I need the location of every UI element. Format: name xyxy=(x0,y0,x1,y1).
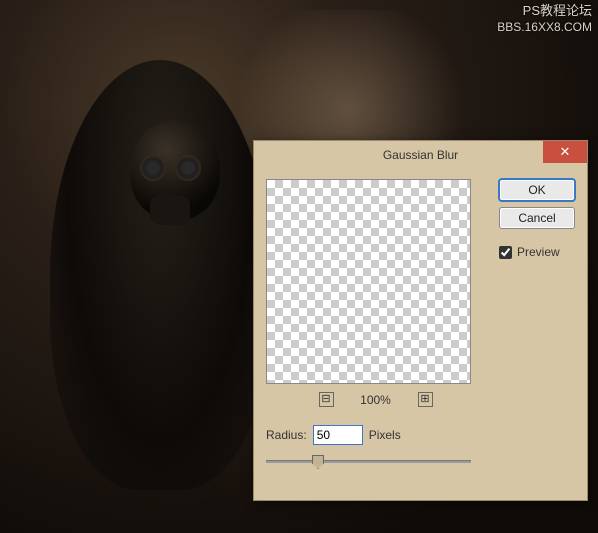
radius-input[interactable] xyxy=(313,425,363,445)
radius-slider[interactable] xyxy=(266,453,471,471)
preview-label: Preview xyxy=(517,245,560,259)
slider-track xyxy=(266,460,471,463)
watermark-line2: BBS.16XX8.COM xyxy=(497,20,592,36)
dialog-title: Gaussian Blur xyxy=(254,148,587,162)
radius-row: Radius: Pixels xyxy=(266,425,485,445)
preview-area[interactable] xyxy=(266,179,471,384)
radius-label: Radius: xyxy=(266,428,307,442)
zoom-percent: 100% xyxy=(358,393,394,407)
dialog-body: ⊟ 100% ⊞ Radius: Pixels OK Cancel xyxy=(254,169,587,485)
radius-unit: Pixels xyxy=(369,428,401,442)
preview-checkbox[interactable] xyxy=(499,246,512,259)
zoom-controls: ⊟ 100% ⊞ xyxy=(266,392,485,407)
ok-button[interactable]: OK xyxy=(499,179,575,201)
dialog-right-column: OK Cancel Preview xyxy=(499,179,575,471)
slider-thumb[interactable] xyxy=(312,455,324,469)
zoom-in-button[interactable]: ⊞ xyxy=(418,392,433,407)
mask-eye-right xyxy=(175,155,201,181)
dialog-left-column: ⊟ 100% ⊞ Radius: Pixels xyxy=(266,179,485,471)
close-icon: ✕ xyxy=(560,144,571,160)
minus-icon: ⊟ xyxy=(321,394,330,405)
zoom-out-button[interactable]: ⊟ xyxy=(319,392,334,407)
close-button[interactable]: ✕ xyxy=(543,141,587,163)
mask-eye-left xyxy=(140,155,166,181)
plus-icon: ⊞ xyxy=(420,394,429,405)
watermark: PS教程论坛 BBS.16XX8.COM xyxy=(497,3,592,35)
watermark-line1: PS教程论坛 xyxy=(497,3,592,20)
dialog-titlebar[interactable]: Gaussian Blur ✕ xyxy=(254,141,587,169)
gaussian-blur-dialog: Gaussian Blur ✕ ⊟ 100% ⊞ Radius: Pixels xyxy=(253,140,588,501)
mask-filter xyxy=(150,195,190,225)
cancel-button[interactable]: Cancel xyxy=(499,207,575,229)
preview-checkbox-row[interactable]: Preview xyxy=(499,245,575,259)
